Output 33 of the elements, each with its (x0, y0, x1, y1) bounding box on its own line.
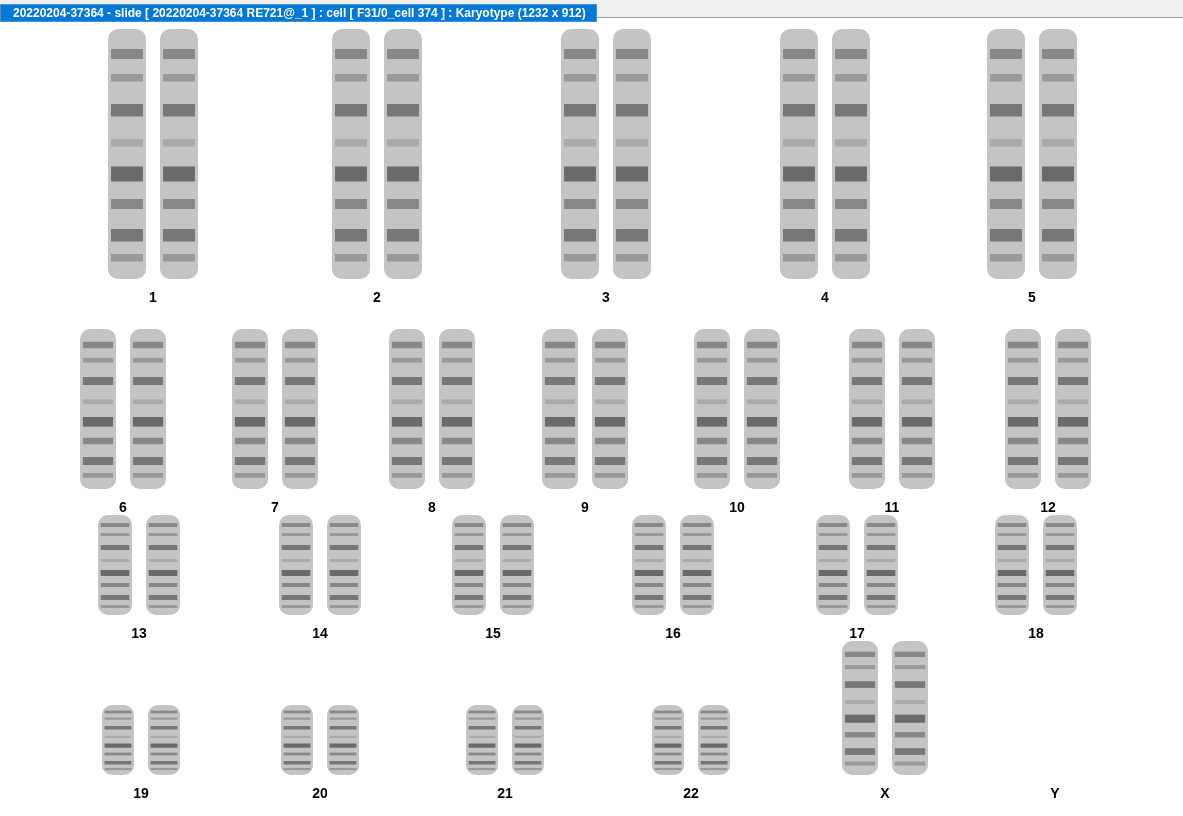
chromosome-label: 14 (312, 625, 328, 641)
chromosome-label: 13 (131, 625, 147, 641)
chromosome-drawing (148, 705, 180, 775)
chromosome-label: 12 (1040, 499, 1056, 515)
chromosome-label: 7 (271, 499, 279, 515)
chromosome-drawing (327, 705, 359, 775)
chromosome-label: 6 (119, 499, 127, 515)
chromosome-drawing (698, 705, 730, 775)
chromosome-label: 9 (581, 499, 589, 515)
chromosome-label: 15 (485, 625, 501, 641)
chromosome-drawing (281, 705, 313, 775)
chromosome-drawing (652, 705, 684, 775)
chromosome-label: X (880, 785, 890, 801)
chromosome-label: 17 (849, 625, 865, 641)
window-title: 20220204-37364 - slide [ 20220204-37364 RE721@_1 ] : cell [ F31/0_cell 374 ] : Karyotype (1232 x 912) (0, 4, 597, 22)
chromosome-label: 20 (312, 785, 328, 801)
chromosome-label: 22 (683, 785, 699, 801)
chromosome-drawing (102, 705, 134, 775)
chromosome-label: Y (1050, 785, 1060, 801)
chromosome-label: 2 (373, 289, 381, 305)
chromosome-label: 5 (1028, 289, 1036, 305)
chromosome-label: 21 (497, 785, 513, 801)
chromosome-label: 4 (821, 289, 829, 305)
chromosome-label: 10 (729, 499, 745, 515)
chromosome-label: 3 (602, 289, 610, 305)
chromosome-label: 18 (1028, 625, 1044, 641)
chromosome-drawing (512, 705, 544, 775)
chromosome-drawing (466, 705, 498, 775)
chromosome-label: 1 (149, 289, 157, 305)
chromosome-label: 8 (428, 499, 436, 515)
chromosome-label: 11 (884, 499, 900, 515)
chromosome-label: 16 (665, 625, 681, 641)
chromosome-label: 19 (133, 785, 149, 801)
